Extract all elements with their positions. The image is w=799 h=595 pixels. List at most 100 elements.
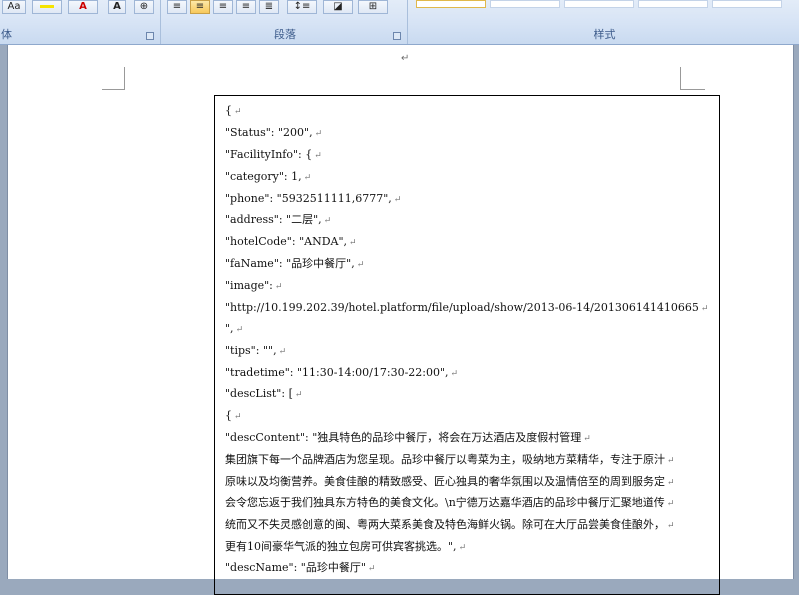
paragraph-group-label: 段落 [274, 28, 296, 41]
paragraph-mark: ↵ [323, 216, 332, 226]
document-line: "faName": "品珍中餐厅", ↵ [225, 255, 364, 273]
font-color-button[interactable]: A [68, 0, 98, 14]
document-line: ", ↵ [225, 320, 243, 338]
line-text: 更有10间豪华气派的独立包房可供宾客挑选。", [225, 540, 457, 553]
paragraph-dialog-launcher-icon[interactable] [393, 32, 401, 40]
document-line: "http://10.199.202.39/hotel.platform/fil… [225, 299, 708, 317]
line-text: "http://10.199.202.39/hotel.platform/fil… [225, 301, 699, 314]
crop-mark [124, 67, 125, 90]
document-line: "tradetime": "11:30-14:00/17:30-22:00", ↵ [225, 364, 458, 382]
paragraph-mark: ↵ [458, 543, 467, 553]
paragraph-mark: ↵ [349, 238, 357, 248]
line-text: "descContent": "独具特色的品珍中餐厅，将会在万达酒店及度假村管理 [225, 431, 582, 444]
line-text: "category": 1, [225, 170, 302, 183]
line-text: ", [225, 322, 234, 335]
paragraph-mark: ↵ [235, 325, 244, 335]
document-line: "descList": [↵ [225, 385, 302, 403]
line-text: 集团旗下每一个品牌酒店为您呈现。品珍中餐厅以粤菜为主，吸纳地方菜精华，专注于原汁 [225, 453, 665, 466]
paragraph-mark: ↵ [314, 151, 322, 161]
style-gallery-item[interactable] [638, 0, 708, 8]
ribbon: Aa A A ⊕ 体 ≡ ≡ ≡ ≡ ≣ ↕≡ ◪ ⊞ 段落 样式 [0, 0, 799, 45]
paragraph-mark: ↵ [401, 53, 410, 64]
line-text: "tips": "", [225, 344, 277, 357]
document-line: "descContent": "独具特色的品珍中餐厅，将会在万达酒店及度假村管理… [225, 429, 591, 447]
paragraph-mark: ↵ [234, 412, 242, 422]
style-gallery-item[interactable] [712, 0, 782, 8]
line-text: { [225, 409, 232, 422]
line-text: "FacilityInfo": { [225, 148, 313, 161]
enclose-characters-button[interactable]: ⊕ [134, 0, 154, 14]
document-line: "Status": "200", ↵ [225, 124, 322, 142]
line-text: 统而又不失灵感创意的闽、粤两大菜系美食及特色海鲜火锅。除可在大厅品尝美食佳酿外， [225, 518, 665, 531]
document-line: 更有10间豪华气派的独立包房可供宾客挑选。", ↵ [225, 538, 466, 556]
document-line: {↵ [225, 102, 242, 120]
document-line: 统而又不失灵感创意的闽、粤两大菜系美食及特色海鲜火锅。除可在大厅品尝美食佳酿外，… [225, 516, 675, 534]
paragraph-mark: ↵ [666, 499, 675, 509]
document-page[interactable]: ↵ {↵ "Status": "200", ↵ "FacilityInfo": {… [7, 45, 794, 595]
line-text: "descName": "品珍中餐厅" [225, 561, 366, 574]
paragraph-mark: ↵ [314, 129, 323, 139]
paragraph-mark: ↵ [583, 434, 591, 444]
paragraph-mark: ↵ [303, 173, 312, 183]
paragraph-mark: ↵ [367, 564, 376, 574]
line-spacing-button[interactable]: ↕≡ [287, 0, 317, 14]
crop-mark [680, 67, 681, 90]
line-text: "tradetime": "11:30-14:00/17:30-22:00", [225, 366, 449, 379]
change-case-button[interactable]: Aa [2, 0, 26, 14]
align-left-button[interactable]: ≡ [167, 0, 187, 14]
line-text: "faName": "品珍中餐厅", [225, 257, 355, 270]
styles-group-label: 样式 [593, 28, 616, 41]
document-line: "tips": "", ↵ [225, 342, 286, 360]
paragraph-mark: ↵ [667, 521, 675, 531]
line-text: "address": "二层", [225, 213, 322, 226]
document-line: "category": 1, ↵ [225, 168, 311, 186]
paragraph-mark: ↵ [393, 195, 402, 205]
enclose-characters-icon: ⊕ [139, 1, 149, 12]
document-line: "address": "二层", ↵ [225, 211, 331, 229]
font-group: Aa A A ⊕ 体 [0, 0, 161, 44]
style-gallery-item[interactable] [416, 0, 486, 8]
document-line: 集团旗下每一个品牌酒店为您呈现。品珍中餐厅以粤菜为主，吸纳地方菜精华，专注于原汁… [225, 451, 675, 469]
highlighter-icon [40, 4, 54, 8]
document-line: 原味以及均衡营养。美食佳酿的精致感受、匠心独具的奢华氛围以及温情倍至的周到服务定… [225, 473, 675, 491]
document-workspace[interactable]: ↵ {↵ "Status": "200", ↵ "FacilityInfo": {… [0, 45, 799, 595]
paragraph-mark: ↵ [278, 347, 287, 357]
font-color-icon: A [79, 1, 87, 12]
character-shading-button[interactable]: A [108, 0, 126, 14]
document-line: "phone": "5932511111,6777", ↵ [225, 190, 401, 208]
document-line: {↵ [225, 407, 242, 425]
distributed-button[interactable]: ≣ [259, 0, 279, 14]
style-gallery-item[interactable] [564, 0, 634, 8]
document-line: "FacilityInfo": {↵ [225, 146, 322, 164]
paragraph-mark: ↵ [667, 456, 675, 466]
paragraph-mark: ↵ [274, 282, 283, 292]
paragraph-mark: ↵ [234, 107, 242, 117]
font-dialog-launcher-icon[interactable] [146, 32, 154, 40]
line-text: "descList": [ [225, 387, 293, 400]
line-text: "hotelCode": "ANDA", [225, 235, 348, 248]
crop-mark [681, 89, 705, 90]
font-group-label: 体 [1, 28, 12, 41]
styles-group: 样式 [410, 0, 799, 44]
justify-button[interactable]: ≡ [236, 0, 256, 14]
paragraph-group: ≡ ≡ ≡ ≡ ≣ ↕≡ ◪ ⊞ 段落 [163, 0, 408, 44]
borders-button[interactable]: ⊞ [358, 0, 388, 14]
align-right-button[interactable]: ≡ [213, 0, 233, 14]
document-line: "hotelCode": "ANDA", ↵ [225, 233, 357, 251]
line-text: "Status": "200", [225, 126, 313, 139]
line-text: "phone": "5932511111,6777", [225, 192, 392, 205]
paragraph-mark: ↵ [294, 390, 303, 400]
line-text: 原味以及均衡营养。美食佳酿的精致感受、匠心独具的奢华氛围以及温情倍至的周到服务定 [225, 475, 665, 488]
text-frame[interactable]: {↵ "Status": "200", ↵ "FacilityInfo": {↵ … [214, 95, 720, 595]
document-line: "descName": "品珍中餐厅" ↵ [225, 559, 375, 577]
document-line: "image": ↵ [225, 277, 282, 295]
line-text: { [225, 104, 232, 117]
shading-button[interactable]: ◪ [323, 0, 353, 14]
paragraph-mark: ↵ [700, 304, 709, 314]
crop-mark [102, 89, 125, 90]
paragraph-mark: ↵ [667, 478, 675, 488]
highlight-color-button[interactable] [32, 0, 62, 14]
line-text: 会令您忘返于我们独具东方特色的美食文化。\n宁德万达嘉华酒店的品珍中餐厅汇聚地道… [225, 496, 665, 509]
align-center-button[interactable]: ≡ [190, 0, 210, 14]
style-gallery-item[interactable] [490, 0, 560, 8]
